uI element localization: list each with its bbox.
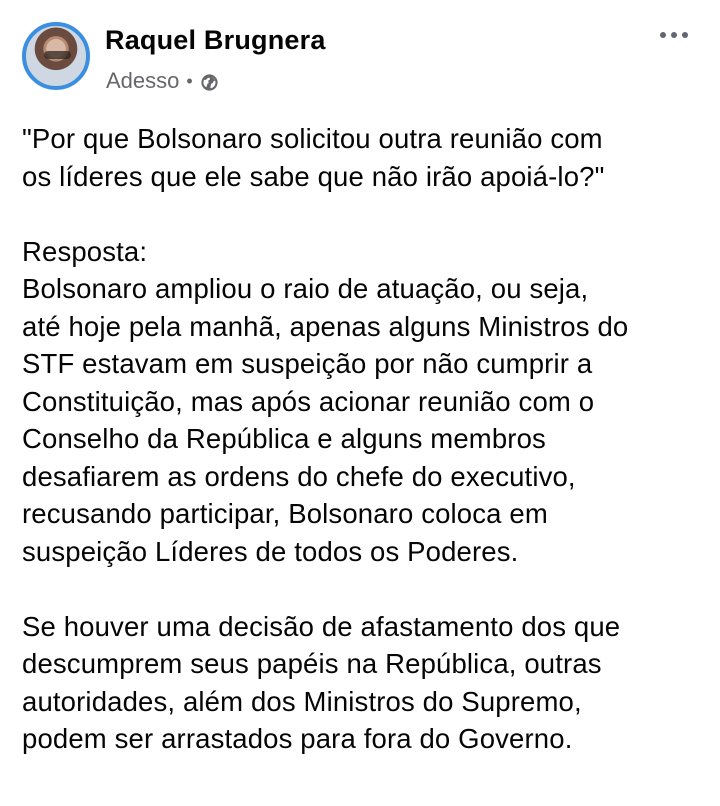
author-name[interactable]: Raquel Brugnera [105,25,326,56]
answer-line: STF estavam em suspeição por não cumprir… [22,348,593,379]
question-line: os líderes que ele sabe que não irão apo… [22,160,605,192]
answer-line: Bolsonaro ampliou o raio de atuação, ou … [22,273,589,304]
final-line: autoridades, além dos Ministros do Supre… [22,685,582,717]
globe-icon[interactable] [200,72,219,91]
answer-paragraph: Resposta: Bolsonaro ampliou o raio de at… [22,233,702,571]
answer-line: Constituição, mas após acionar reunião c… [22,385,595,417]
post-header: Raquel Brugnera Adesso • [22,20,698,94]
meta-separator: • [186,71,193,91]
final-paragraph: Se houver uma decisão de afastamento dos… [22,608,702,758]
final-line: podem ser arrastados para fora do Govern… [22,723,573,754]
answer-line: suspeição Líderes de todos os Poderes. [22,535,519,567]
answer-line: até hoje pela manhã, apenas alguns Minis… [22,310,629,342]
question-line: "Por que Bolsonaro solicitou outra reuni… [22,123,603,154]
answer-label: Resposta: [22,235,148,267]
answer-line: desafiarem as ordens do chefe do executi… [22,460,576,492]
final-line: descumprem seus papéis na República, out… [22,648,602,679]
post-body: "Por que Bolsonaro solicitou outra reuni… [22,120,702,758]
answer-line: recusando participar, Bolsonaro coloca e… [22,498,548,529]
post-meta-text: Adesso [106,68,180,93]
final-line: Se houver uma decisão de afastamento dos… [22,610,621,642]
question-paragraph: "Por que Bolsonaro solicitou outra reuni… [22,120,702,195]
answer-line: Conselho da República e alguns membros [22,423,546,454]
post-meta: Adesso • [106,68,219,94]
more-options-button[interactable] [656,23,692,47]
more-horizontal-icon [660,32,688,38]
avatar[interactable] [22,22,90,90]
